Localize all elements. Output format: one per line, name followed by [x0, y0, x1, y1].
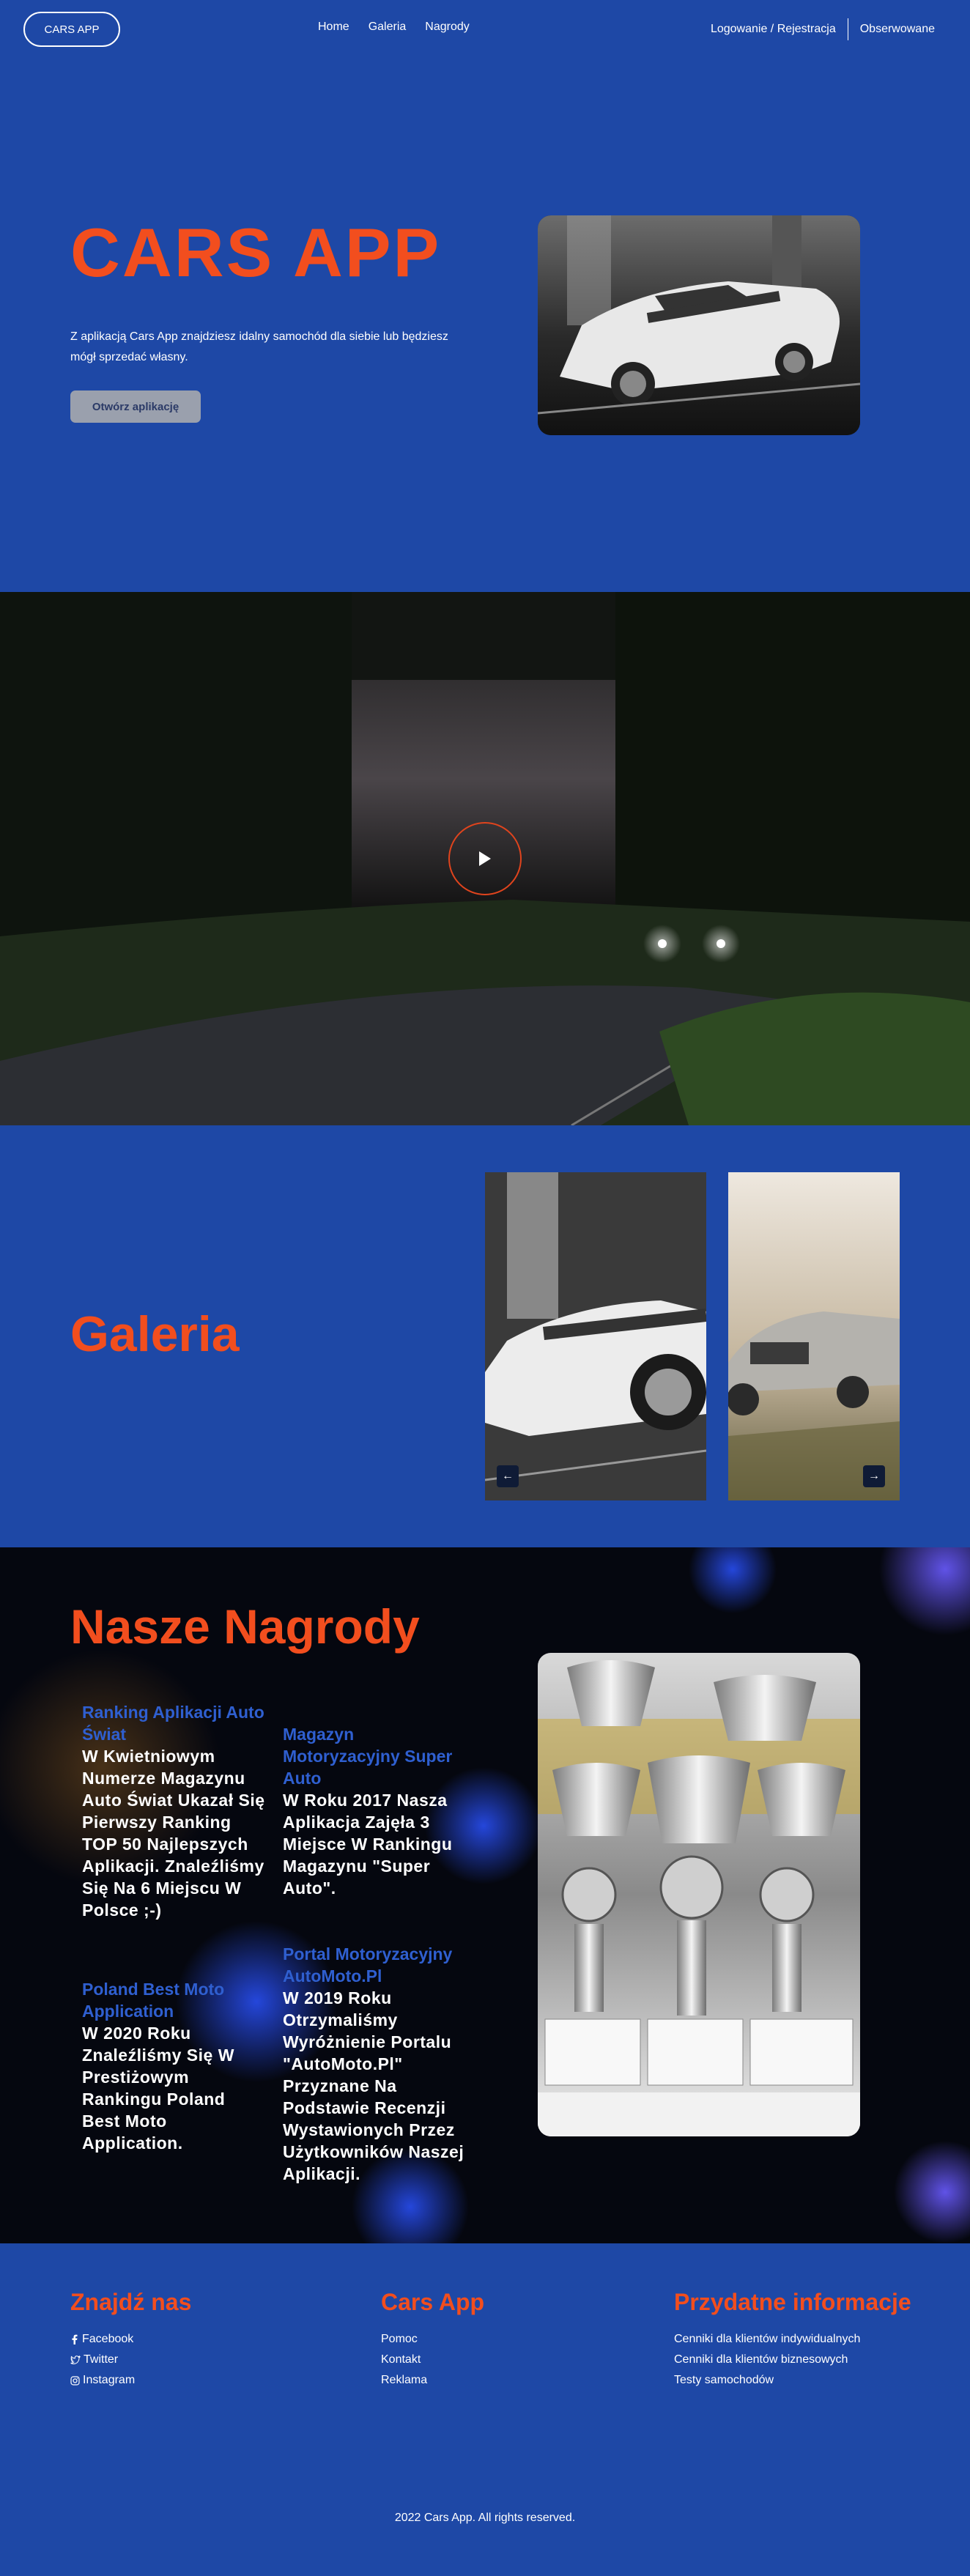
video-section	[0, 592, 970, 1125]
arrow-right-icon: →	[868, 1470, 880, 1482]
play-video-button[interactable]	[448, 822, 522, 895]
arrow-left-icon: ←	[502, 1470, 514, 1482]
footer-social-column: Znajdź nas Facebook Twitter Instagram	[70, 2289, 191, 2391]
footer-link-label: Facebook	[82, 2333, 134, 2345]
twitter-icon	[70, 2355, 81, 2364]
footer-link-car-tests[interactable]: Testy samochodów	[674, 2370, 911, 2391]
nav-link-awards[interactable]: Nagrody	[425, 21, 469, 34]
award-heading: Portal Motoryzacyjny AutoMoto.Pl	[283, 1944, 453, 1985]
nav-links: Home Galeria Nagrody	[318, 21, 470, 34]
footer-link-instagram[interactable]: Instagram	[70, 2370, 191, 2391]
award-body: W 2020 Roku Znaleźliśmy Się W Prestiżowy…	[82, 2024, 234, 2153]
footer-info-column: Przydatne informacje Cenniki dla klientó…	[674, 2289, 911, 2391]
footer-link-individual-pricing[interactable]: Cenniki dla klientów indywidualnych	[674, 2329, 911, 2350]
awards-title: Nasze Nagrody	[70, 1599, 420, 1654]
nav-right: Logowanie / Rejestracja Obserwowane	[711, 18, 935, 40]
awards-section: Nasze Nagrody Ranking Aplikacji Auto Świ…	[0, 1547, 970, 2243]
footer-heading: Znajdź nas	[70, 2289, 192, 2315]
award-item: Portal Motoryzacyjny AutoMoto.Pl W 2019 …	[283, 1943, 466, 2185]
award-body: W 2019 Roku Otrzymaliśmy Wyróżnienie Por…	[283, 1988, 464, 2183]
footer-link-contact[interactable]: Kontakt	[381, 2350, 484, 2370]
hero-description: Z aplikacją Cars App znajdziesz idalny s…	[70, 330, 448, 363]
instagram-icon	[70, 2375, 80, 2386]
footer-link-ads[interactable]: Reklama	[381, 2370, 484, 2391]
gallery-title: Galeria	[70, 1306, 240, 1362]
footer-heading: Przydatne informacje	[674, 2289, 911, 2315]
award-heading: Poland Best Moto Application	[82, 1980, 225, 2021]
play-icon	[479, 851, 491, 866]
footer-link-twitter[interactable]: Twitter	[70, 2350, 191, 2370]
award-item: Magazyn Motoryzacyjny Super Auto W Roku …	[283, 1723, 466, 1899]
award-heading: Ranking Aplikacji Auto Świat	[82, 1703, 264, 1744]
gallery-image-ford-gt: ←	[485, 1172, 706, 1500]
gallery-image-bmw: →	[728, 1172, 900, 1500]
award-item: Poland Best Moto Application W 2020 Roku…	[82, 1978, 265, 2154]
watched-link[interactable]: Obserwowane	[860, 23, 935, 36]
gallery-next-button[interactable]: →	[863, 1465, 885, 1487]
footer-link-facebook[interactable]: Facebook	[70, 2329, 191, 2350]
hero-title: CARS APP	[70, 214, 442, 291]
nav-link-home[interactable]: Home	[318, 21, 349, 34]
award-item: Ranking Aplikacji Auto Świat W Kwietniow…	[82, 1701, 265, 1921]
footer-app-column: Cars App Pomoc Kontakt Reklama	[381, 2289, 484, 2391]
footer-link-label: Instagram	[83, 2374, 136, 2386]
footer-heading: Cars App	[381, 2289, 485, 2315]
gallery-prev-button[interactable]: ←	[497, 1465, 519, 1487]
award-body: W Roku 2017 Nasza Aplikacja Zajęła 3 Mie…	[283, 1791, 453, 1898]
footer-link-help[interactable]: Pomoc	[381, 2329, 484, 2350]
award-body: W Kwietniowym Numerze Magazynu Auto Świa…	[82, 1747, 265, 1920]
nav-link-gallery[interactable]: Galeria	[369, 21, 407, 34]
award-heading: Magazyn Motoryzacyjny Super Auto	[283, 1725, 453, 1788]
login-link[interactable]: Logowanie / Rejestracja	[711, 23, 836, 36]
top-navbar: CARS APP Home Galeria Nagrody Logowanie …	[0, 0, 970, 59]
footer-link-label: Twitter	[84, 2353, 119, 2366]
hero-car-image	[538, 215, 860, 435]
open-app-button[interactable]: Otwórz aplikację	[70, 391, 201, 423]
brand-button[interactable]: CARS APP	[23, 12, 120, 47]
copyright-text: 2022 Cars App. All rights reserved.	[394, 2512, 576, 2524]
trophies-image	[538, 1653, 860, 2136]
footer-link-business-pricing[interactable]: Cenniki dla klientów biznesowych	[674, 2350, 911, 2370]
facebook-icon	[72, 2334, 78, 2344]
